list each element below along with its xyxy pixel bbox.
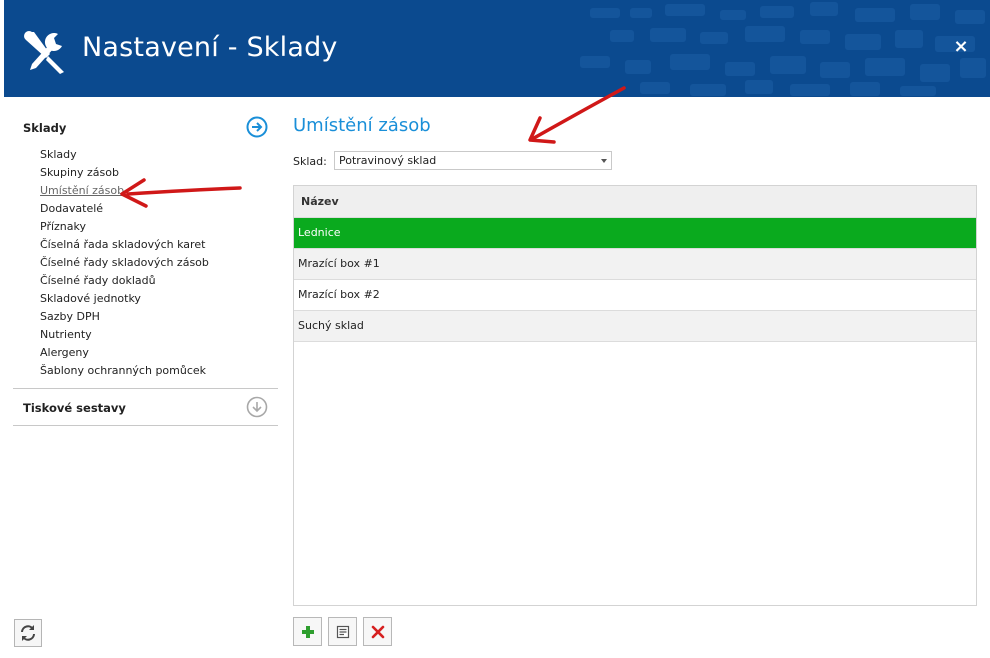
- page-title: Umístění zásob: [293, 115, 431, 136]
- edit-button[interactable]: [328, 617, 357, 646]
- column-header-nazev[interactable]: Název: [294, 186, 976, 218]
- sidebar-section-sklady[interactable]: Sklady: [13, 108, 278, 146]
- section-label: Tiskové sestavy: [23, 401, 126, 415]
- table-row[interactable]: Suchý sklad: [294, 311, 976, 342]
- close-icon[interactable]: ×: [952, 38, 970, 56]
- section-label: Sklady: [23, 121, 67, 135]
- refresh-icon: [21, 625, 35, 641]
- sidebar-item-sklady[interactable]: Sklady: [40, 146, 278, 164]
- sidebar-section-tiskove-sestavy[interactable]: Tiskové sestavy: [13, 389, 278, 425]
- edit-document-icon: [336, 625, 350, 639]
- sklad-label: Sklad:: [293, 155, 327, 168]
- sidebar-item-skupiny-zasob[interactable]: Skupiny zásob: [40, 164, 278, 182]
- delete-x-icon: [371, 625, 385, 639]
- window-title: Nastavení - Sklady: [82, 32, 338, 63]
- sidebar-item-umisteni-zasob[interactable]: Umístění zásob: [40, 182, 278, 200]
- sidebar-item-sazby-dph[interactable]: Sazby DPH: [40, 308, 278, 326]
- header-pattern: [580, 2, 986, 96]
- sidebar-item-sablony-pomucek[interactable]: Šablony ochranných pomůcek: [40, 362, 278, 380]
- sidebar-item-ciselne-rady-dokladu[interactable]: Číselné řady dokladů: [40, 272, 278, 290]
- divider: [13, 425, 278, 426]
- chevron-down-icon: [601, 159, 607, 163]
- sidebar-item-ciselna-rada-karet[interactable]: Číselná řada skladových karet: [40, 236, 278, 254]
- sidebar-item-skladove-jednotky[interactable]: Skladové jednotky: [40, 290, 278, 308]
- arrow-right-circle-icon[interactable]: [246, 116, 268, 138]
- add-button[interactable]: [293, 617, 322, 646]
- sidebar-item-ciselne-rady-zasob[interactable]: Číselné řady skladových zásob: [40, 254, 278, 272]
- sklad-select[interactable]: Potravinový sklad: [334, 151, 612, 170]
- delete-button[interactable]: [363, 617, 392, 646]
- window-header: Nastavení - Sklady ×: [4, 0, 990, 97]
- locations-table: Název Lednice Mrazící box #1 Mrazící box…: [293, 185, 977, 606]
- sidebar-nav-list: Sklady Skupiny zásob Umístění zásob Doda…: [13, 146, 278, 388]
- sidebar: Sklady Sklady Skupiny zásob Umístění zás…: [13, 108, 278, 426]
- sklad-select-value: Potravinový sklad: [339, 154, 437, 167]
- wrench-screwdriver-icon: [24, 31, 64, 74]
- sidebar-item-nutrienty[interactable]: Nutrienty: [40, 326, 278, 344]
- table-row[interactable]: Mrazící box #2: [294, 280, 976, 311]
- table-row[interactable]: Lednice: [294, 218, 976, 249]
- sidebar-item-alergeny[interactable]: Alergeny: [40, 344, 278, 362]
- table-row[interactable]: Mrazící box #1: [294, 249, 976, 280]
- settings-window: Nastavení - Sklady × Sklady Sklady Skupi…: [4, 0, 990, 658]
- refresh-button[interactable]: [14, 619, 42, 647]
- arrow-down-circle-icon[interactable]: [246, 396, 268, 418]
- plus-icon: [302, 626, 314, 638]
- sidebar-item-dodavatele[interactable]: Dodavatelé: [40, 200, 278, 218]
- sidebar-item-priznaky[interactable]: Příznaky: [40, 218, 278, 236]
